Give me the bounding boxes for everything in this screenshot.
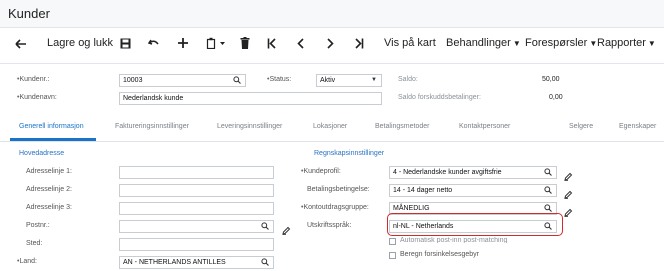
city-field[interactable] bbox=[119, 238, 274, 251]
customer-profile-label: Kundeprofil: bbox=[301, 168, 340, 175]
title-bar: Kunder bbox=[0, 0, 664, 28]
customer-name-label: Kundenavn: bbox=[17, 94, 56, 101]
inquiries-menu[interactable]: Forespørsler ▼ bbox=[525, 37, 597, 49]
customer-profile-field[interactable]: 4 - Nederlandske kunder avgiftsfrie bbox=[389, 166, 557, 179]
tab-contacts[interactable]: Kontaktpersoner bbox=[459, 123, 510, 130]
save-close-button[interactable]: Lagre og lukk bbox=[47, 37, 113, 49]
search-icon[interactable] bbox=[261, 258, 269, 268]
edit-pencil-icon[interactable] bbox=[564, 186, 573, 204]
actions-menu[interactable]: Behandlinger ▼ bbox=[446, 37, 521, 49]
address3-label: Adresselinje 3: bbox=[26, 204, 72, 211]
toolbar: Lagre og lukk Vis på kart Behandlinger ▼ … bbox=[0, 28, 664, 64]
page-title: Kunder bbox=[8, 6, 50, 21]
statement-group-label: Kontoutdragsgruppe: bbox=[301, 204, 368, 211]
customer-name-field[interactable]: Nederlandsk kunde bbox=[119, 92, 382, 105]
payment-terms-field[interactable]: 14 - 14 dager netto bbox=[389, 184, 557, 197]
status-select[interactable]: Aktiv ▼ bbox=[316, 74, 382, 87]
country-field[interactable]: AN - NETHERLANDS ANTILLES bbox=[119, 256, 274, 269]
address1-field[interactable] bbox=[119, 166, 274, 179]
edit-pencil-icon[interactable] bbox=[564, 168, 573, 186]
city-label: Sted: bbox=[26, 240, 43, 247]
actions-menu-label: Behandlinger bbox=[446, 37, 511, 49]
status-value: Aktiv bbox=[320, 77, 336, 84]
customer-no-label: Kundenr.: bbox=[17, 76, 49, 83]
copy-paste-icon[interactable] bbox=[206, 37, 226, 49]
tab-attributes[interactable]: Egenskaper bbox=[619, 123, 656, 130]
auto-post-checkbox[interactable] bbox=[389, 238, 396, 245]
country-value: AN - NETHERLANDS ANTILLES bbox=[123, 259, 226, 266]
chevron-down-icon: ▼ bbox=[647, 39, 656, 48]
tab-salespersons[interactable]: Selgere bbox=[569, 123, 593, 130]
reports-menu[interactable]: Rapporter ▼ bbox=[597, 37, 656, 49]
customer-no-field[interactable]: 10003 bbox=[119, 74, 246, 87]
tab-locations[interactable]: Lokasjoner bbox=[313, 123, 347, 130]
search-icon[interactable] bbox=[544, 168, 552, 178]
highlight-frame bbox=[387, 213, 563, 236]
prepayment-balance-label: Saldo forskuddsbetalinger: bbox=[398, 94, 481, 101]
summary-panel: Kundenr.: 10003 Status: Aktiv ▼ Saldo: 5… bbox=[0, 64, 664, 114]
country-label: Land: bbox=[17, 258, 37, 265]
calc-late-fee-label: Beregn forsinkelsesgebyr bbox=[400, 251, 479, 258]
tab-delivery-settings[interactable]: Leveringsinnstillinger bbox=[217, 123, 282, 130]
inquiries-menu-label: Forespørsler bbox=[525, 37, 588, 49]
edit-pencil-icon[interactable] bbox=[282, 222, 291, 240]
address1-label: Adresselinje 1: bbox=[26, 168, 72, 175]
customer-name-value: Nederlandsk kunde bbox=[123, 95, 184, 102]
address2-field[interactable] bbox=[119, 184, 274, 197]
auto-post-label: Automatisk post-inn post-matching bbox=[400, 237, 508, 243]
postcode-field[interactable] bbox=[119, 220, 274, 233]
undo-icon[interactable] bbox=[148, 38, 160, 49]
tab-payment-methods[interactable]: Betalingsmetoder bbox=[375, 123, 429, 130]
search-icon[interactable] bbox=[544, 186, 552, 196]
statement-group-value: MÅNEDLIG bbox=[393, 205, 430, 212]
reports-menu-label: Rapporter bbox=[597, 37, 646, 49]
main-address-heading: Hovedadresse bbox=[19, 150, 65, 157]
accounting-settings-heading: Regnskapsinnstillinger bbox=[314, 150, 385, 157]
payment-terms-label: Betalingsbetingelse: bbox=[307, 186, 370, 193]
delete-icon[interactable] bbox=[240, 37, 250, 49]
first-record-icon[interactable] bbox=[267, 38, 277, 49]
postcode-label: Postnr.: bbox=[26, 222, 50, 229]
customer-profile-value: 4 - Nederlandske kunder avgiftsfrie bbox=[393, 169, 502, 176]
view-on-map-button[interactable]: Vis på kart bbox=[384, 37, 436, 49]
customer-no-value: 10003 bbox=[123, 77, 143, 84]
save-icon[interactable] bbox=[120, 38, 131, 49]
address2-label: Adresselinje 2: bbox=[26, 186, 72, 193]
tab-general-info[interactable]: Generell informasjon bbox=[19, 123, 84, 130]
print-language-label: Utskriftsspråk: bbox=[307, 222, 352, 229]
payment-terms-value: 14 - 14 dager netto bbox=[393, 187, 453, 194]
tab-billing-settings[interactable]: Faktureringsinnstillinger bbox=[115, 123, 189, 130]
balance-label: Saldo: bbox=[398, 76, 418, 83]
edit-pencil-icon[interactable] bbox=[564, 204, 573, 222]
next-record-icon[interactable] bbox=[326, 38, 334, 49]
status-label: Status: bbox=[267, 76, 291, 83]
balance-value: 50,00 bbox=[542, 76, 560, 83]
prepayment-balance-value: 0,00 bbox=[549, 94, 563, 101]
address3-field[interactable] bbox=[119, 202, 274, 215]
chevron-down-icon: ▼ bbox=[512, 39, 521, 48]
active-tab-indicator bbox=[10, 138, 96, 141]
last-record-icon[interactable] bbox=[354, 38, 364, 49]
search-icon[interactable] bbox=[233, 76, 241, 86]
tab-bar: Generell informasjon Faktureringsinnstil… bbox=[0, 114, 664, 142]
back-arrow-icon[interactable] bbox=[15, 39, 27, 49]
chevron-down-icon: ▼ bbox=[371, 77, 377, 83]
calc-late-fee-checkbox[interactable] bbox=[389, 252, 396, 259]
add-icon[interactable] bbox=[177, 37, 189, 49]
previous-record-icon[interactable] bbox=[297, 38, 305, 49]
search-icon[interactable] bbox=[261, 222, 269, 232]
